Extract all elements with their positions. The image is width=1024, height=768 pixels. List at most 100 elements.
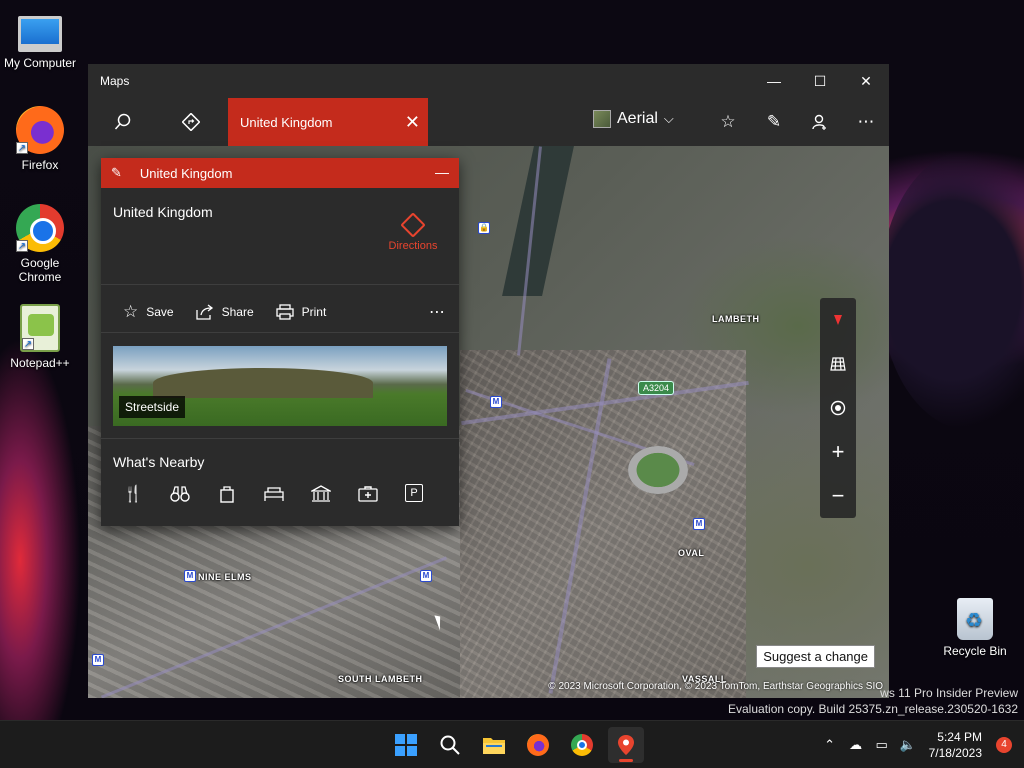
minus-icon: −: [831, 483, 845, 508]
place-title: United Kingdom: [113, 204, 213, 220]
tilt-button[interactable]: [820, 342, 856, 386]
parking-icon[interactable]: P: [405, 484, 423, 502]
hospital-icon[interactable]: [358, 484, 378, 504]
desktop-icon-label: Recycle Bin: [943, 644, 1007, 658]
metro-station-icon[interactable]: M: [420, 570, 432, 582]
place-card-header-title: United Kingdom: [139, 165, 233, 181]
close-icon[interactable]: ✕: [405, 112, 420, 133]
window-title: Maps: [100, 74, 130, 88]
directions-toolbar-button[interactable]: [174, 98, 208, 146]
taskbar-chrome[interactable]: [564, 727, 600, 763]
place-actions: ☆ Save Share Print ⋯: [101, 292, 459, 332]
account-button[interactable]: [797, 98, 843, 146]
person-icon: [812, 114, 826, 130]
system-tray: ⌃ ☁ ▭ 🔈 5:24 PM 7/18/2023 4: [817, 721, 1024, 768]
metro-station-icon[interactable]: M: [92, 654, 104, 666]
more-button[interactable]: ⋯: [843, 98, 889, 146]
nearby-categories: 🍴 P: [123, 484, 423, 504]
museum-icon[interactable]: [311, 484, 331, 504]
directions-button[interactable]: Directions: [383, 212, 443, 252]
save-button[interactable]: ☆ Save: [123, 302, 174, 322]
search-tab-label: United Kingdom: [240, 114, 333, 130]
chrome-icon: [571, 734, 593, 756]
chevron-up-icon[interactable]: ⌃: [817, 737, 843, 753]
favorites-button[interactable]: ☆: [705, 98, 751, 146]
close-button[interactable]: ✕: [843, 64, 889, 98]
streetside-preview[interactable]: Streetside: [113, 346, 447, 426]
chevron-down-icon: ⌵: [663, 111, 674, 126]
watermark-line-2: Evaluation copy. Build 25375.zn_release.…: [728, 702, 1018, 716]
compass-icon: [834, 315, 842, 325]
divider: [101, 284, 459, 285]
restaurant-icon[interactable]: 🍴: [123, 484, 143, 504]
title-bar: Maps — ☐ ✕: [88, 64, 889, 98]
folder-icon: [483, 738, 505, 754]
directions-icon: [400, 212, 426, 238]
clock[interactable]: 5:24 PM 7/18/2023: [929, 729, 982, 761]
maps-window: Maps — ☐ ✕ United Kingdom ✕ Aerial ⌵ ☆ ✎: [88, 64, 889, 698]
more-actions-icon[interactable]: ⋯: [429, 302, 445, 322]
desktop-icon-my-computer[interactable]: My Computer: [0, 10, 80, 70]
collapse-card-button[interactable]: —: [435, 164, 449, 180]
desktop-icon-label: My Computer: [3, 56, 77, 70]
print-button[interactable]: Print: [275, 304, 327, 320]
oval-cricket-ground: [628, 446, 688, 494]
taskbar-firefox[interactable]: [520, 727, 556, 763]
desktop-icon-notepad[interactable]: ↗ Notepad++: [0, 304, 80, 370]
share-button[interactable]: Share: [195, 304, 254, 320]
save-label: Save: [146, 305, 174, 319]
attractions-icon[interactable]: [170, 484, 190, 504]
map-view-dropdown[interactable]: Aerial ⌵: [593, 110, 674, 128]
metro-station-icon[interactable]: M: [693, 518, 705, 530]
taskbar-file-explorer[interactable]: [476, 727, 512, 763]
ink-button[interactable]: ✎: [751, 98, 797, 146]
share-label: Share: [221, 305, 254, 319]
network-icon[interactable]: ▭: [869, 737, 895, 753]
taskbar-search-button[interactable]: [432, 727, 468, 763]
maximize-button[interactable]: ☐: [797, 64, 843, 98]
map-label-oval: OVAL: [678, 548, 705, 558]
clock-date: 7/18/2023: [928, 746, 982, 760]
suggest-change-button[interactable]: Suggest a change: [756, 645, 875, 668]
print-icon: [275, 304, 294, 320]
print-label: Print: [301, 305, 327, 319]
metro-station-icon[interactable]: M: [184, 570, 196, 582]
my-location-button[interactable]: [820, 386, 856, 430]
cloud-offline-icon[interactable]: ☁: [843, 737, 869, 753]
desktop-icon-recycle-bin[interactable]: Recycle Bin: [935, 598, 1015, 658]
pen-icon: ✎: [766, 112, 782, 131]
minimize-button[interactable]: —: [751, 64, 797, 98]
map-label-nine-elms: NINE ELMS: [198, 572, 252, 582]
map-pin-icon: [618, 735, 634, 755]
desktop-icon-chrome[interactable]: ↗ Google Chrome: [0, 204, 80, 284]
lock-marker-icon: 🔒: [478, 222, 490, 234]
clock-time: 5:24 PM: [937, 730, 982, 744]
taskbar: ⌃ ☁ ▭ 🔈 5:24 PM 7/18/2023 4: [0, 720, 1024, 768]
start-button[interactable]: [388, 727, 424, 763]
windows-logo-icon: [395, 734, 417, 756]
directions-label: Directions: [388, 240, 438, 252]
search-icon: [440, 735, 460, 755]
zoom-in-button[interactable]: +: [820, 430, 856, 474]
aerial-thumbnail-icon: [593, 110, 611, 128]
notification-badge[interactable]: 4: [996, 737, 1012, 753]
chrome-icon: ↗: [16, 204, 64, 252]
shopping-icon[interactable]: [217, 484, 237, 504]
pencil-icon[interactable]: ✎: [111, 165, 122, 181]
search-result-tab[interactable]: United Kingdom ✕: [228, 98, 428, 146]
place-card: ✎ United Kingdom — United Kingdom Direct…: [101, 158, 459, 526]
compass-button[interactable]: [820, 298, 856, 342]
desktop-icon-firefox[interactable]: ↗ Firefox: [0, 106, 80, 172]
whats-nearby-title: What's Nearby: [113, 454, 205, 470]
search-icon: [114, 113, 131, 130]
firefox-icon: ↗: [16, 106, 64, 154]
search-button[interactable]: [106, 98, 140, 146]
volume-icon[interactable]: 🔈: [895, 737, 921, 753]
plus-icon: +: [831, 439, 845, 464]
divider: [101, 332, 459, 333]
taskbar-maps[interactable]: [608, 727, 644, 763]
hotel-icon[interactable]: [264, 484, 284, 504]
zoom-out-button[interactable]: −: [820, 474, 856, 518]
grid-3d-icon: [830, 357, 846, 371]
metro-station-icon[interactable]: M: [490, 396, 502, 408]
